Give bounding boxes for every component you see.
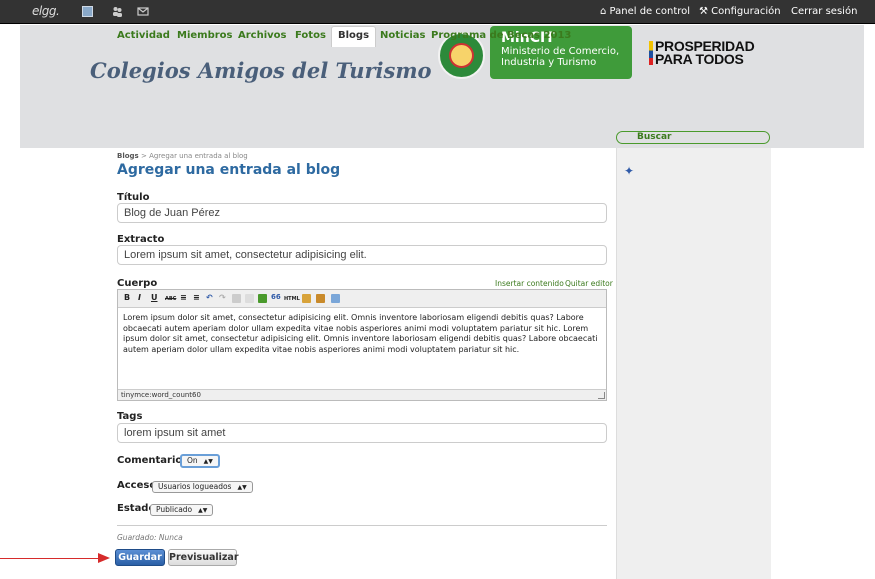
comments-select[interactable]: On ▲▼ <box>180 454 220 468</box>
search-input[interactable]: Buscar <box>616 131 770 144</box>
image-icon[interactable] <box>258 294 267 303</box>
access-label: Acceso <box>117 480 157 491</box>
tags-input[interactable]: lorem ipsum sit amet <box>117 423 607 443</box>
prosperidad-logo: PROSPERIDAD PARA TODOS <box>649 39 755 67</box>
mincit-line1: Ministerio de Comercio, <box>501 46 620 57</box>
status-select[interactable]: Publicado ▲▼ <box>150 504 214 516</box>
status-value: Publicado <box>156 505 193 514</box>
strikethrough-button[interactable]: ABC <box>165 296 176 302</box>
tab-fotos[interactable]: Fotos <box>295 30 326 41</box>
preview-button[interactable]: Previsualizar <box>168 549 239 566</box>
access-value: Usuarios logueados <box>158 482 232 491</box>
select-arrows-icon: ▲▼ <box>203 458 213 465</box>
profile-icon[interactable] <box>82 6 93 17</box>
tab-actividad[interactable]: Actividad <box>117 30 170 41</box>
pin-icon[interactable]: ✦ <box>624 164 634 178</box>
logout-link[interactable]: Cerrar sesión <box>791 6 857 17</box>
annotation-arrow-line <box>0 558 100 559</box>
unlink-icon[interactable] <box>245 294 254 303</box>
control-panel-label: Panel de control <box>609 6 691 17</box>
annotation-arrow-icon <box>98 553 110 563</box>
control-panel-link[interactable]: ⌂ Panel de control <box>600 6 690 17</box>
comments-label: Comentarios <box>117 455 189 466</box>
underline-button[interactable]: U <box>151 293 158 302</box>
tab-archivos[interactable]: Archivos <box>238 30 287 41</box>
friends-icon[interactable] <box>112 6 123 17</box>
word-count: tinymce:word_count60 <box>121 391 201 399</box>
tab-programa-becas[interactable]: Programa de Becas 2013 <box>431 30 571 41</box>
italic-button[interactable]: I <box>138 293 141 302</box>
bullet-list-icon[interactable]: ≡ <box>180 293 187 302</box>
bold-button[interactable]: B <box>124 293 130 302</box>
select-arrows-icon: ▲▼ <box>237 484 247 491</box>
resize-handle-icon[interactable] <box>598 392 605 399</box>
saved-status: Guardado: Nunca <box>117 533 183 542</box>
editor-status-bar: tinymce:word_count60 <box>118 389 606 400</box>
home-icon: ⌂ <box>600 6 607 17</box>
settings-label: Configuración <box>711 6 781 17</box>
editor-toolbar: B I U ABC ≡ ≡ ↶ ↷ 66 HTML <box>118 290 606 308</box>
select-arrows-icon: ▲▼ <box>198 507 208 514</box>
editor-body-text[interactable]: Lorem ipsum dolor sit amet, consectetur … <box>123 313 601 355</box>
link-icon[interactable] <box>232 294 241 303</box>
search-label: Buscar <box>637 132 672 142</box>
sidebar: ✦ <box>616 148 771 579</box>
tags-label: Tags <box>117 411 143 422</box>
numbered-list-icon[interactable]: ≡ <box>193 293 200 302</box>
wrench-icon: ⚒ <box>699 6 708 17</box>
fullscreen-icon[interactable] <box>331 294 340 303</box>
prosperidad-line2: PARA TODOS <box>655 51 744 67</box>
page-title: Agregar una entrada al blog <box>117 162 341 178</box>
comments-value: On <box>187 456 198 465</box>
excerpt-input[interactable]: Lorem ipsum sit amet, consectetur adipis… <box>117 245 607 265</box>
top-bar: elgg. ⌂ Panel de control ⚒ Configuración… <box>0 0 875 24</box>
html-button[interactable]: HTML <box>284 296 300 302</box>
title-label: Título <box>117 192 150 203</box>
mincit-line2: Industria y Turismo <box>501 57 597 68</box>
title-input[interactable]: Blog de Juan Pérez <box>117 203 607 223</box>
form-divider <box>117 525 607 526</box>
tab-noticias[interactable]: Noticias <box>380 30 426 41</box>
body-label: Cuerpo <box>117 278 158 289</box>
tab-miembros[interactable]: Miembros <box>177 30 233 41</box>
breadcrumb-root[interactable]: Blogs <box>117 152 139 160</box>
breadcrumb: Blogs > Agregar una entrada al blog <box>117 152 248 160</box>
remove-editor-link[interactable]: Quitar editor <box>565 279 613 288</box>
settings-link[interactable]: ⚒ Configuración <box>699 6 781 17</box>
elgg-logo[interactable]: elgg. <box>32 4 60 18</box>
save-button[interactable]: Guardar <box>115 549 165 566</box>
mail-icon[interactable] <box>137 6 149 17</box>
tab-blogs[interactable]: Blogs <box>331 26 377 47</box>
breadcrumb-separator: > <box>140 152 147 160</box>
access-select[interactable]: Usuarios logueados ▲▼ <box>152 481 253 493</box>
paste-word-icon[interactable] <box>316 294 325 303</box>
breadcrumb-current: Agregar una entrada al blog <box>149 152 248 160</box>
site-title[interactable]: Colegios Amigos del Turismo <box>90 58 432 83</box>
insert-content-link[interactable]: Insertar contenido <box>495 279 564 288</box>
excerpt-label: Extracto <box>117 234 165 245</box>
paste-text-icon[interactable] <box>302 294 311 303</box>
blockquote-button[interactable]: 66 <box>271 293 281 301</box>
redo-icon[interactable]: ↷ <box>219 293 226 302</box>
undo-icon[interactable]: ↶ <box>206 293 213 302</box>
body-editor[interactable]: B I U ABC ≡ ≡ ↶ ↷ 66 HTML Lorem ipsum do… <box>117 289 607 401</box>
